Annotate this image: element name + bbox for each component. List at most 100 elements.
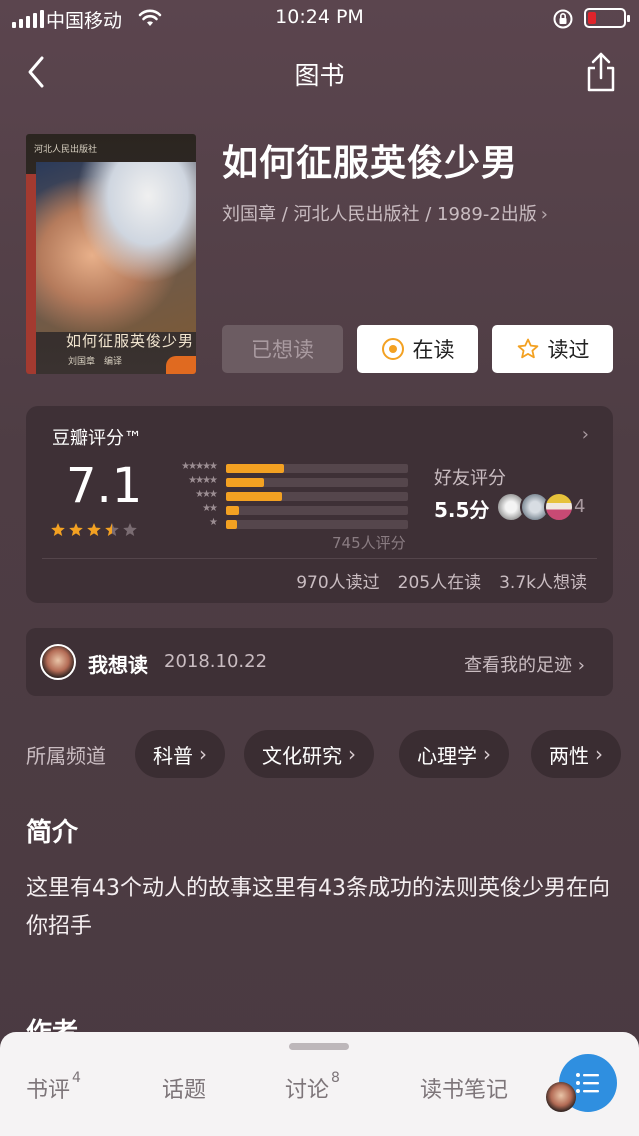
tab-topics[interactable]: 话题: [162, 1072, 206, 1104]
channel-chip-label: 两性: [549, 743, 589, 768]
star-empty-icon: [122, 522, 138, 538]
battery-icon: [584, 8, 630, 28]
channel-label: 所属频道: [26, 744, 106, 768]
tab-count: 4: [72, 1070, 81, 1086]
have-read-label: 读过: [547, 338, 590, 362]
chevron-right-icon: ›: [540, 204, 548, 225]
footprint-link-label: 查看我的足迹: [464, 655, 573, 676]
sheet-drag-handle[interactable]: [289, 1043, 349, 1050]
distribution-row: ★★★: [156, 489, 416, 503]
book-meta-text: 刘国章 / 河北人民出版社 / 1989-2出版: [222, 204, 537, 225]
star-full-icon: [86, 522, 102, 538]
distribution-fill: [226, 520, 237, 529]
distribution-stars: ★: [209, 517, 218, 528]
clock: 10:24 PM: [275, 6, 364, 28]
rating-count: 745人评分: [332, 534, 406, 552]
avatar: [40, 644, 76, 680]
channel-chip[interactable]: 文化研究 ›: [244, 730, 374, 778]
rating-score: 7.1: [66, 458, 143, 514]
book-meta-link[interactable]: 刘国章 / 河北人民出版社 / 1989-2出版 ›: [222, 200, 548, 226]
rating-distribution: ★★★★★ ★★★★ ★★★ ★★ ★: [156, 461, 416, 532]
channel-chip[interactable]: 科普 ›: [135, 730, 225, 778]
cover-title: 如何征服英俊少男: [66, 332, 195, 350]
stat-want-read: 3.7k人想读: [499, 573, 587, 593]
chevron-right-icon: ›: [581, 424, 589, 445]
reading-icon: [381, 338, 404, 360]
chevron-right-icon: ›: [199, 742, 207, 766]
channel-chip-label: 文化研究: [262, 743, 342, 768]
rating-stars: [50, 522, 138, 538]
chevron-right-icon: ›: [348, 742, 356, 766]
distribution-fill: [226, 464, 285, 473]
tab-label: 读书笔记: [420, 1078, 509, 1103]
intro-text: 这里有43个动人的故事这里有43条成功的法则英俊少男在向你招手: [26, 876, 610, 939]
star-full-icon: [68, 522, 84, 538]
channel-chip-label: 科普: [153, 743, 193, 768]
my-status-date: 2018.10.22: [164, 651, 268, 672]
channel-chip-label: 心理学: [417, 743, 477, 768]
want-to-read-label: 已想读: [251, 338, 314, 362]
tab-label: 话题: [162, 1078, 207, 1103]
stat-reading: 205人在读: [397, 573, 482, 593]
chevron-right-icon: ›: [595, 742, 603, 766]
intro-heading: 简介: [26, 818, 79, 848]
cover-publisher: 河北人民出版社: [34, 145, 98, 155]
rating-label: 豆瓣评分™: [52, 428, 142, 449]
cover-author: 刘国章 编译: [68, 357, 123, 367]
distribution-fill: [226, 492, 283, 501]
book-title: 如何征服英俊少男: [222, 143, 519, 184]
friend-rating-label: 好友评分: [434, 468, 506, 489]
friend-rating-score: 5.5分: [434, 498, 490, 522]
distribution-stars: ★★★★★: [181, 461, 218, 472]
my-want-row[interactable]: 我想读 2018.10.22 查看我的足迹 ›: [26, 628, 613, 696]
nav-bar: 图书: [0, 38, 639, 108]
want-to-read-button[interactable]: 已想读: [222, 325, 343, 373]
tab-reviews[interactable]: 书评 4: [26, 1070, 81, 1104]
tab-label: 讨论: [285, 1078, 330, 1103]
bottom-sheet[interactable]: 书评 4 话题 讨论 8 读书笔记: [0, 1032, 639, 1136]
distribution-track: [226, 478, 408, 487]
have-read-button[interactable]: 读过: [492, 325, 613, 373]
distribution-row: ★: [156, 517, 416, 531]
distribution-track: [226, 492, 408, 501]
distribution-track: [226, 464, 408, 473]
rating-card[interactable]: 豆瓣评分™ › 7.1 ★★★★★ ★★★★ ★★★ ★★ ★ 745人评分 好友评分 …: [26, 406, 613, 603]
star-half-icon: [104, 522, 120, 538]
reading-label: 在读: [412, 338, 455, 362]
footprint-link[interactable]: 查看我的足迹 ›: [464, 651, 585, 677]
tab-discussions[interactable]: 讨论 8: [285, 1070, 340, 1104]
distribution-stars: ★★: [202, 503, 218, 514]
star-outline-icon: [517, 338, 538, 359]
my-status-label: 我想读: [88, 653, 148, 677]
reading-button[interactable]: 在读: [357, 325, 478, 373]
channel-chip[interactable]: 心理学 ›: [399, 730, 509, 778]
list-icon: [576, 1073, 599, 1093]
distribution-track: [226, 520, 408, 529]
friend-rating-count: 4: [574, 496, 586, 517]
tab-label: 书评: [26, 1078, 71, 1103]
status-bar: 中国移动 10:24 PM: [0, 0, 639, 38]
book-cover[interactable]: 河北人民出版社 如何征服英俊少男 刘国章 编译: [26, 134, 196, 374]
distribution-track: [226, 506, 408, 515]
chevron-right-icon: ›: [483, 742, 491, 766]
distribution-row: ★★★★★: [156, 461, 416, 475]
stat-have-read: 970人读过: [296, 573, 380, 593]
card-divider: [42, 558, 597, 559]
reading-stats: 970人读过 205人在读 3.7k人想读: [296, 568, 587, 593]
cover-spine-band: [26, 174, 36, 374]
page-title: 图书: [294, 61, 345, 90]
chevron-right-icon: ›: [577, 655, 585, 676]
star-full-icon: [50, 522, 66, 538]
cover-corner-decoration: [166, 356, 196, 374]
cover-photo: [36, 162, 196, 332]
friend-avatar: [544, 492, 574, 522]
distribution-row: ★★★★: [156, 475, 416, 489]
share-icon[interactable]: [582, 50, 620, 94]
distribution-fill: [226, 478, 265, 487]
distribution-fill: [226, 506, 239, 515]
friend-avatars: [496, 492, 574, 522]
channel-chip[interactable]: 两性 ›: [531, 730, 621, 778]
distribution-stars: ★★★: [195, 489, 218, 500]
tab-reading-notes[interactable]: 读书笔记: [420, 1072, 508, 1104]
avatar: [546, 1082, 576, 1112]
